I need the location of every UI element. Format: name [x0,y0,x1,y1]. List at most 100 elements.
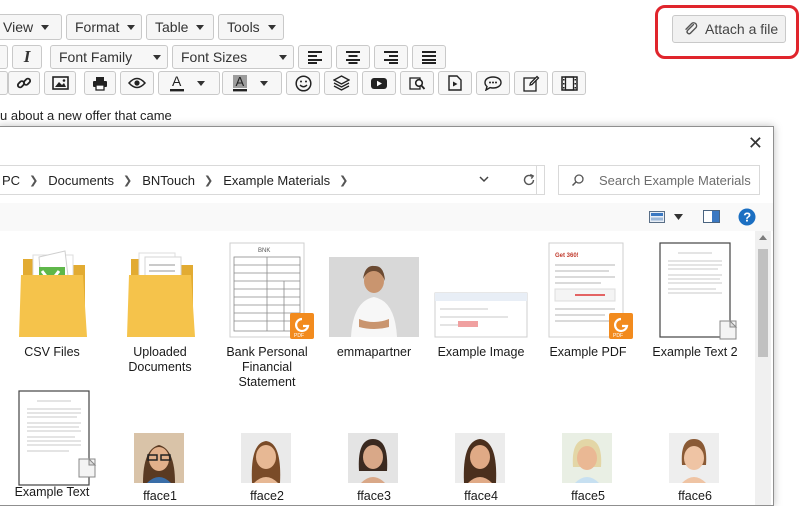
view-toolbar: ? [0,203,773,231]
svg-text:Get 360!: Get 360! [555,253,579,259]
file-play-icon [448,75,462,91]
image-thumbnail [434,292,528,338]
help-icon[interactable]: ? [738,208,756,226]
file-name: Example Image [437,345,525,359]
svg-text:A: A [172,74,182,89]
file-open-dialog: ✕ PC ❯ Documents ❯ BNTouch ❯ Example Materi… [0,126,774,506]
search-input[interactable]: Search Example Materials [558,165,760,195]
align-justify-button[interactable] [412,45,446,69]
refresh-icon [523,173,534,186]
file-name: fface1 [143,489,177,503]
text-document-icon [659,242,738,340]
preview-button[interactable] [120,71,154,95]
breadcrumb-item[interactable]: Documents [48,173,114,188]
chevron-down-icon [267,24,276,30]
photo-thumbnail [348,433,398,483]
file-name: Example Text [14,485,90,499]
chevron-down-icon [279,54,287,60]
file-name: fface2 [250,489,284,503]
toolbar-cut-off-button[interactable] [0,71,8,95]
align-left-button[interactable] [298,45,332,69]
file-name: emmapartner [336,345,412,359]
bold-button[interactable] [0,45,8,69]
media-button[interactable] [362,71,396,95]
breadcrumb-item[interactable]: BNTouch [142,173,195,188]
file-name: fface3 [357,489,391,503]
layers-button[interactable] [324,71,358,95]
chevron-down-icon [197,80,205,86]
menu-table[interactable]: Table [146,14,214,40]
close-icon[interactable]: ✕ [748,133,763,154]
align-left-icon [308,51,322,64]
refresh-button[interactable] [513,165,545,195]
vertical-scrollbar[interactable] [755,231,771,505]
photo-thumbnail [669,433,719,483]
italic-button[interactable]: I [12,45,42,69]
edit-button[interactable] [514,71,548,95]
chevron-down-icon [127,24,136,30]
view-options-icon[interactable] [649,211,665,223]
editor-content-text[interactable]: u about a new offer that came [0,108,172,123]
chevron-down-icon [260,80,268,86]
align-center-button[interactable] [336,45,370,69]
print-button[interactable] [84,71,116,95]
scrollbar-thumb[interactable] [758,249,768,357]
menu-tools[interactable]: Tools [218,14,284,40]
video-play-icon [371,77,387,89]
breadcrumb-item[interactable]: Example Materials [223,173,330,188]
text-color-icon: A [170,74,184,92]
text-document-icon [18,390,97,486]
paperclip-icon [685,22,698,35]
italic-label: I [23,47,31,66]
menu-tools-label: Tools [227,19,260,35]
menu-format-label: Format [75,19,120,35]
speech-bubble-icon [484,75,502,91]
file-name: fface4 [464,489,498,503]
file-name: CSV Files [24,345,80,359]
file-list: CSV Files Uploaded Documents BNK PDF Ban… [0,231,755,505]
scroll-up-arrow-icon[interactable] [759,235,767,240]
template-button[interactable] [438,71,472,95]
chevron-down-icon [196,24,205,30]
text-color-button[interactable]: A [158,71,220,95]
search-icon [571,174,584,187]
menu-view[interactable]: View [0,14,62,40]
font-sizes-select[interactable]: Font Sizes [172,45,294,69]
chevron-down-icon[interactable] [478,173,490,185]
menu-format[interactable]: Format [66,14,142,40]
edit-pencil-icon [522,75,539,92]
chevron-right-icon: ❯ [123,174,133,187]
chevron-down-icon[interactable] [674,214,683,220]
folder-icon [19,250,87,337]
photo-thumbnail [329,257,419,337]
video-button[interactable] [552,71,586,95]
search-replace-button[interactable] [400,71,434,95]
menu-view-label: View [3,19,34,35]
preview-pane-icon[interactable] [703,210,720,223]
font-family-label: Font Family [59,49,133,65]
menu-table-label: Table [155,19,189,35]
link-button[interactable] [8,71,40,95]
file-name: Uploaded Documents [128,345,192,374]
search-placeholder: Search Example Materials [599,172,751,188]
align-justify-icon [422,51,436,64]
folder-icon [127,252,195,337]
attach-file-button[interactable]: Attach a file [672,15,786,43]
font-family-select[interactable]: Font Family [50,45,168,69]
link-icon [16,77,32,89]
find-replace-icon [408,77,425,90]
emoticons-button[interactable] [286,71,320,95]
comment-button[interactable] [476,71,510,95]
address-bar[interactable]: PC ❯ Documents ❯ BNTouch ❯ Example Material… [0,165,537,195]
background-color-button[interactable]: A [222,71,282,95]
film-icon [560,75,578,91]
layers-icon [332,75,350,91]
chevron-right-icon: ❯ [339,174,349,187]
pdf-document-icon: BNK PDF [229,242,314,339]
file-name: Example Text 2 [652,345,738,359]
align-right-button[interactable] [374,45,408,69]
breadcrumb-item[interactable]: PC [2,173,20,188]
photo-thumbnail [455,433,505,483]
image-button[interactable] [44,71,76,95]
chevron-down-icon [153,54,161,60]
